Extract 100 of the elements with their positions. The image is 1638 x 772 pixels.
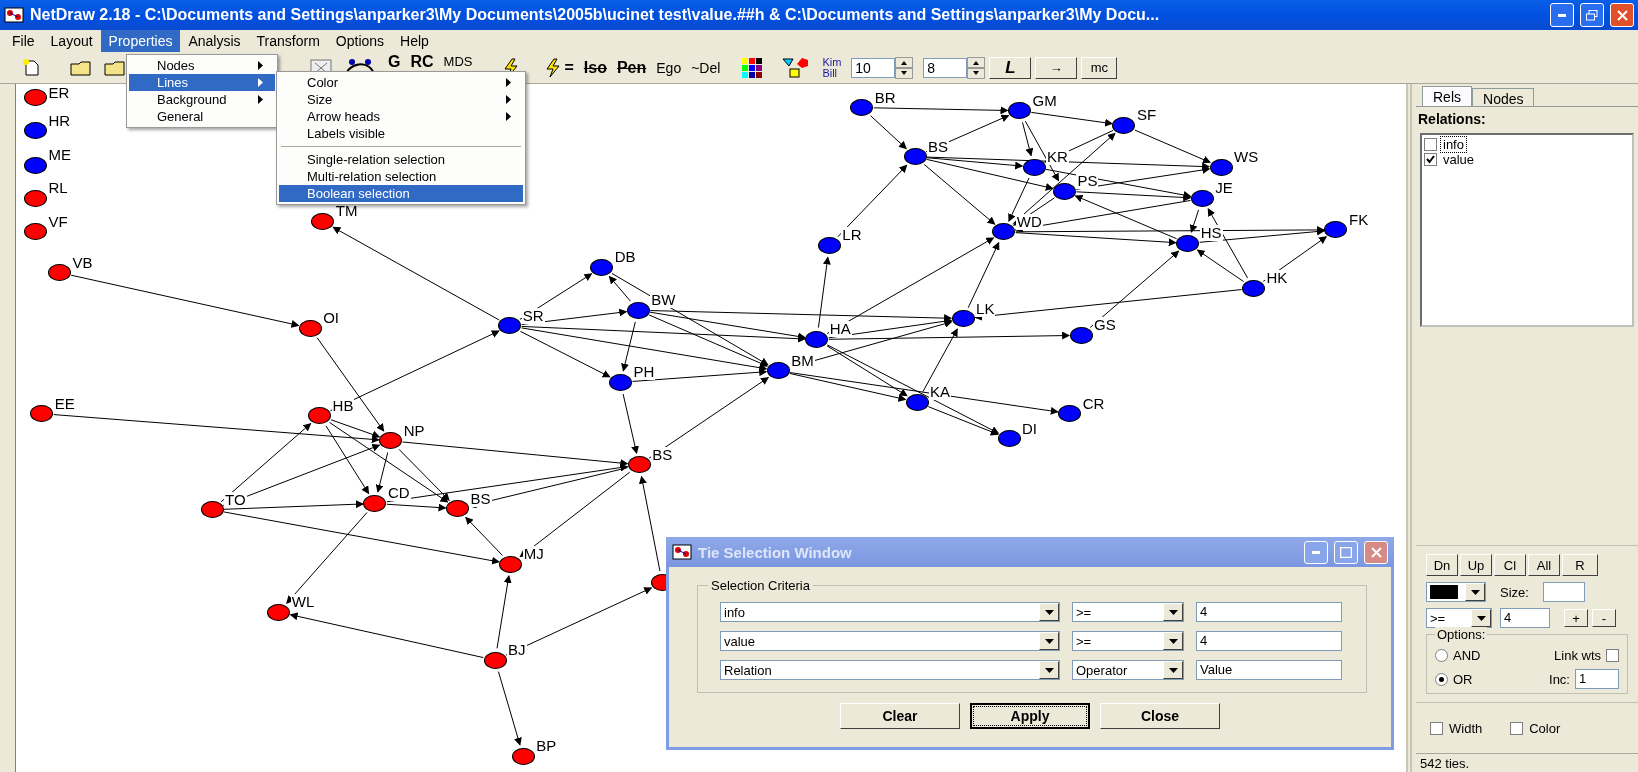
network-node[interactable] [267, 603, 291, 621]
network-node[interactable] [23, 223, 47, 241]
step-button[interactable]: + [1564, 609, 1588, 627]
number-field[interactable]: 10 [851, 57, 896, 78]
threshold-field[interactable]: 4 [1500, 608, 1550, 628]
tool-button[interactable]: ~Del [691, 59, 721, 76]
menu-item[interactable]: File [4, 30, 43, 52]
network-node[interactable] [498, 317, 522, 335]
network-node[interactable] [626, 301, 650, 319]
network-node[interactable] [23, 156, 47, 174]
network-node[interactable] [308, 407, 332, 425]
menu-item[interactable]: Properties [100, 30, 181, 52]
menu-item[interactable]: Arrow heads [279, 108, 523, 125]
number-field[interactable]: 8 [923, 57, 968, 78]
network-node[interactable] [363, 495, 387, 512]
scale-checkbox[interactable] [1510, 721, 1524, 735]
inc-field[interactable]: 1 [1575, 669, 1619, 689]
equals-button[interactable]: = [564, 58, 574, 77]
network-node[interactable] [997, 430, 1021, 448]
value-field[interactable]: 4 [1196, 631, 1342, 651]
network-node[interactable] [298, 319, 322, 337]
network-node[interactable] [627, 456, 651, 474]
menu-item[interactable]: Lines [129, 74, 275, 91]
menu-item[interactable]: General [129, 108, 275, 125]
menu-item[interactable]: Color [279, 74, 523, 91]
menu-item[interactable]: Analysis [180, 30, 249, 52]
spinner-arrows-icon[interactable] [895, 56, 914, 79]
network-node[interactable] [608, 373, 632, 391]
relation-dropdown[interactable]: info [720, 602, 1060, 622]
panel-button[interactable]: Up [1460, 554, 1492, 576]
dialog-button[interactable]: Apply [970, 703, 1090, 729]
panel-button[interactable]: R [1562, 554, 1598, 576]
network-node[interactable] [850, 99, 874, 117]
network-node[interactable] [311, 212, 335, 230]
new-document-icon[interactable] [22, 58, 42, 77]
network-node[interactable] [1052, 182, 1076, 200]
mode-radio[interactable] [1435, 649, 1448, 662]
tool-button[interactable]: Iso [583, 58, 607, 77]
network-node[interactable] [1209, 158, 1233, 176]
panel-button[interactable]: Dn [1426, 554, 1458, 576]
network-node[interactable] [817, 236, 841, 254]
relation-checkbox[interactable] [1424, 138, 1437, 151]
spinner-arrows-icon[interactable] [967, 56, 986, 79]
network-node[interactable] [951, 310, 975, 328]
relation-checkbox[interactable] [1424, 153, 1437, 166]
network-node[interactable] [23, 122, 47, 140]
network-node[interactable] [1324, 221, 1348, 239]
menu-item[interactable]: Boolean selection [279, 185, 523, 202]
network-node[interactable] [379, 432, 403, 450]
operator-dropdown[interactable]: Operator [1072, 660, 1184, 680]
minimize-button[interactable] [1550, 3, 1574, 27]
tool-label[interactable]: Bill [822, 67, 842, 79]
panel-tab[interactable]: Nodes [1472, 88, 1535, 106]
network-node[interactable] [1058, 405, 1082, 423]
network-node[interactable] [200, 501, 224, 519]
operator-dropdown[interactable]: >= [1072, 631, 1184, 651]
operator-dropdown[interactable]: >= [1426, 608, 1492, 628]
network-node[interactable] [48, 264, 71, 282]
panel-button[interactable]: Cl [1494, 554, 1526, 576]
menu-item[interactable]: Single-relation selection [279, 151, 523, 168]
network-node[interactable] [805, 331, 829, 348]
toolbar-button[interactable]: → [1035, 56, 1078, 79]
menu-item[interactable]: Layout [42, 30, 101, 52]
network-node[interactable] [1190, 189, 1214, 207]
mode-radio[interactable] [1435, 672, 1448, 686]
restore-button[interactable] [1580, 3, 1604, 27]
dialog-button[interactable]: Close [1100, 703, 1220, 729]
color-palette-icon[interactable] [742, 57, 765, 78]
network-node[interactable] [511, 747, 535, 765]
network-node[interactable] [992, 223, 1016, 241]
network-node[interactable] [1069, 326, 1093, 344]
tool-label[interactable]: Kim [822, 56, 842, 68]
color-dropdown[interactable] [1426, 582, 1486, 602]
network-node[interactable] [905, 393, 929, 411]
close-button[interactable] [1364, 540, 1388, 564]
tool-button[interactable]: Ego [656, 59, 682, 76]
relation-dropdown[interactable]: Relation [720, 660, 1060, 680]
network-node[interactable] [499, 555, 523, 573]
network-node[interactable] [446, 500, 469, 518]
close-button[interactable] [1610, 3, 1634, 27]
link-weights-checkbox[interactable] [1606, 649, 1619, 662]
relation-dropdown[interactable]: value [720, 631, 1060, 651]
folder-icon[interactable] [70, 58, 94, 77]
tool-button[interactable]: RC [410, 54, 434, 69]
value-field[interactable]: Value [1196, 660, 1342, 680]
scale-checkbox[interactable] [1430, 721, 1443, 735]
menu-item[interactable]: Labels visible [279, 125, 523, 142]
operator-dropdown[interactable]: >= [1072, 602, 1184, 622]
menu-item[interactable]: Transform [248, 30, 328, 52]
tool-button[interactable]: Pen [616, 58, 647, 77]
network-node[interactable] [1241, 279, 1265, 297]
network-node[interactable] [483, 651, 507, 669]
value-field[interactable]: 4 [1196, 602, 1342, 622]
lightning-icon[interactable] [544, 57, 563, 78]
network-node[interactable] [1176, 234, 1200, 252]
step-button[interactable]: - [1592, 609, 1616, 627]
panel-tab[interactable]: Rels [1422, 86, 1472, 106]
menu-item[interactable]: Options [327, 30, 393, 52]
menu-item[interactable]: Nodes [129, 57, 275, 74]
relation-item[interactable]: info [1441, 137, 1466, 152]
